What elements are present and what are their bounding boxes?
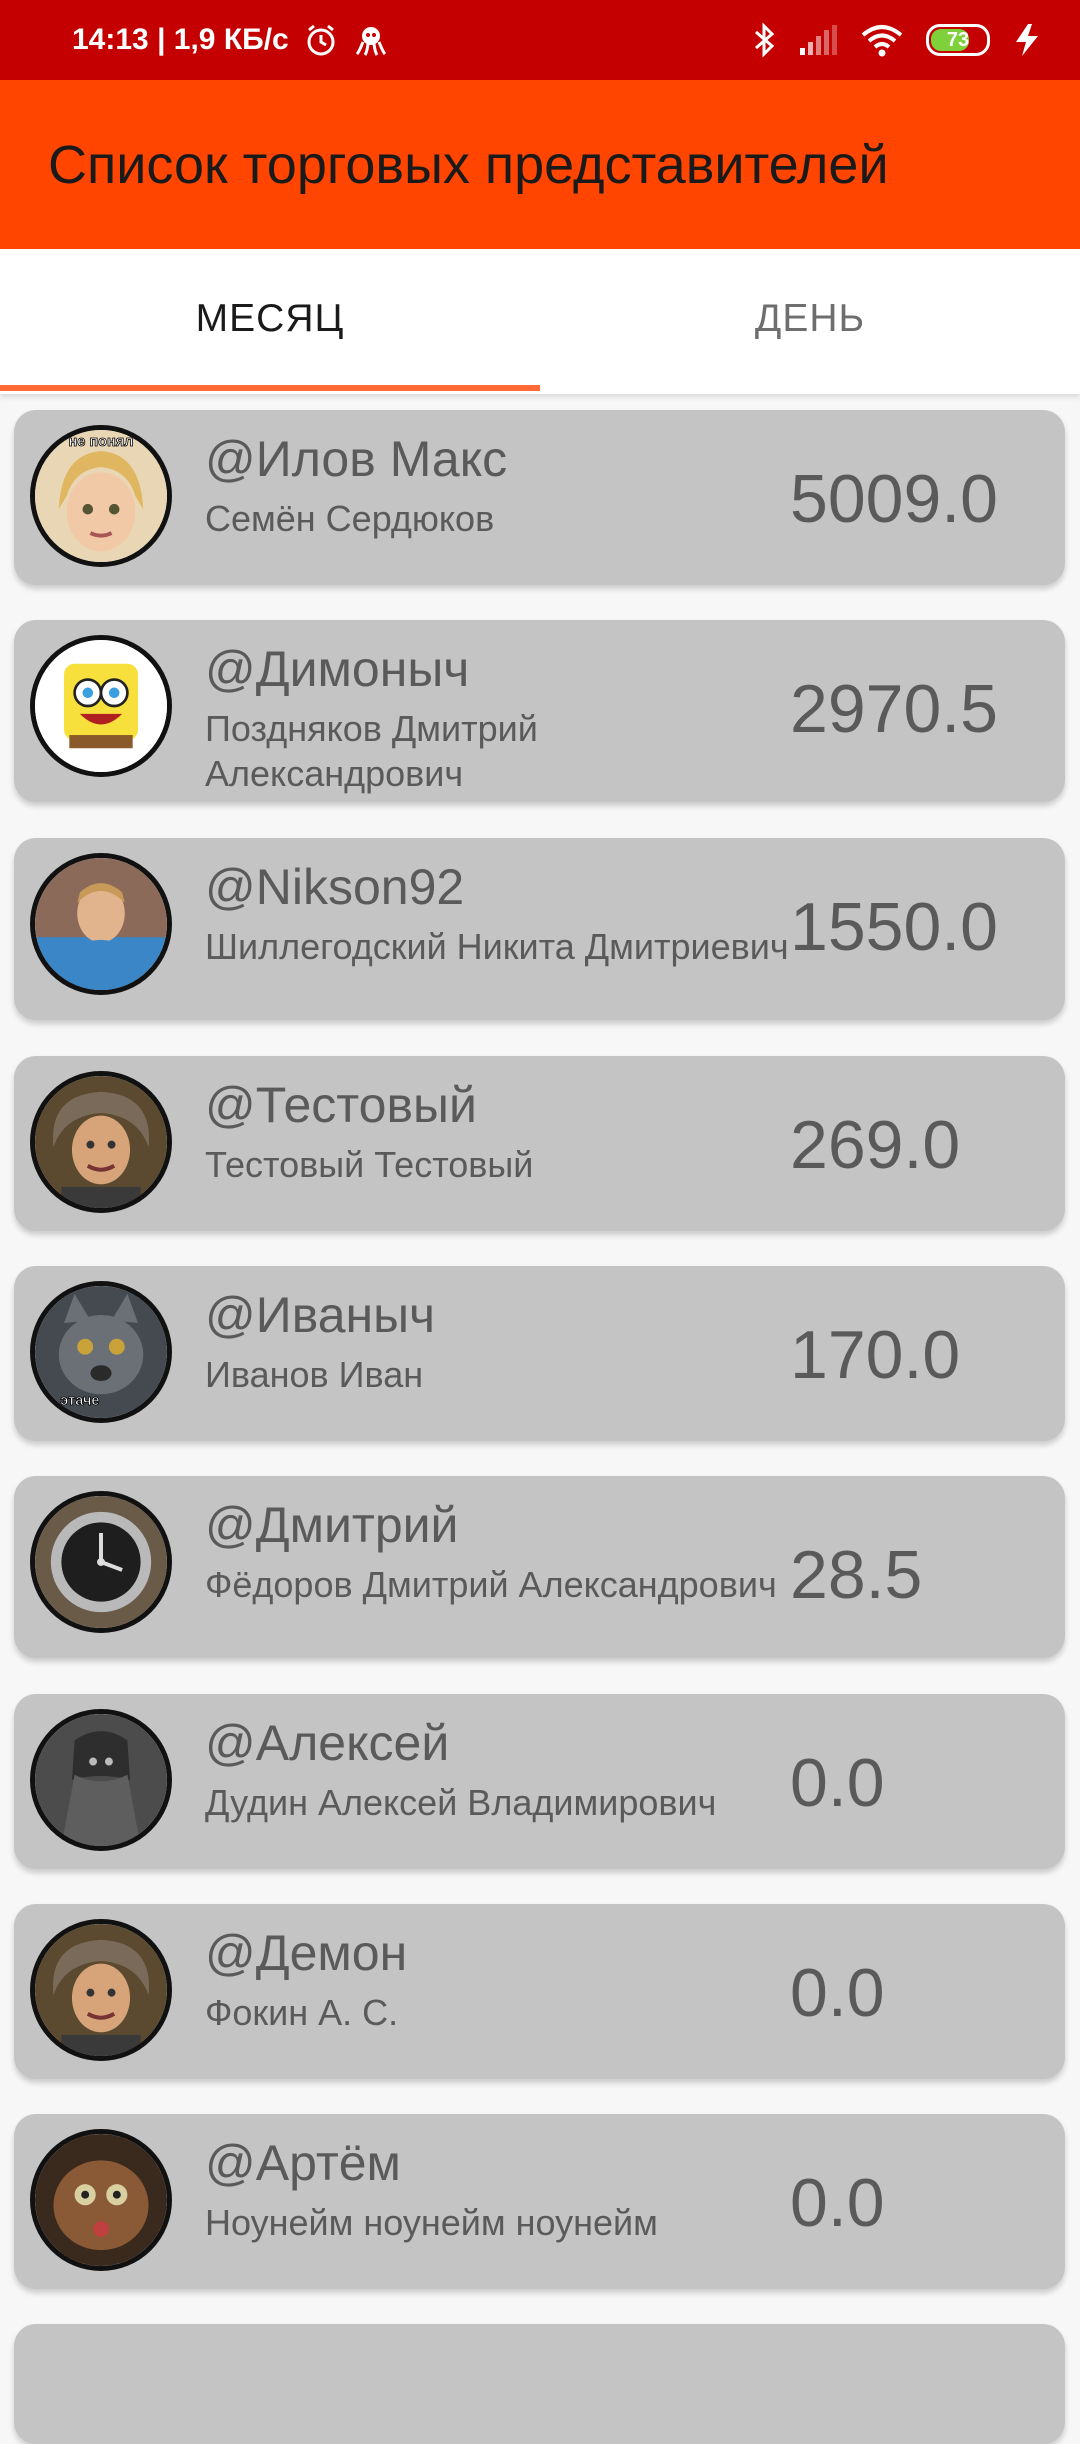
rep-nickname: @Алексей (205, 1715, 450, 1771)
rep-card[interactable]: @Дмитрий Фёдоров Дмитрий Александрович 28.… (14, 1476, 1065, 1658)
rep-card[interactable]: @Тестовый Тестовый Тестовый 269.0 (14, 1056, 1065, 1231)
signal-icon (798, 24, 838, 56)
rep-nickname: @Илов Макс (205, 431, 508, 487)
battery-icon: 73 (926, 24, 990, 56)
avatar-image (35, 1076, 167, 1208)
avatar-image (35, 2134, 167, 2266)
rep-card[interactable]: @Демон Фокин А. С. 0.0 (14, 1904, 1065, 2079)
page-title: Список торговых представителей (48, 134, 889, 195)
rep-nickname: @Димоныч (205, 641, 470, 697)
status-right: 73 (730, 0, 1042, 80)
charging-icon (1012, 22, 1042, 58)
girl-avatar-icon: не понял (30, 425, 172, 567)
rep-card[interactable]: не понял @Илов Макс Семён Сердюков 5009.0 (14, 410, 1065, 585)
knight-avatar-icon (30, 1709, 172, 1851)
rep-nickname: @Иваныч (205, 1287, 436, 1343)
alarm-icon (303, 22, 339, 58)
rep-nickname: @Тестовый (205, 1077, 477, 1133)
avatar-image (35, 1924, 167, 2056)
rep-full-name: Фёдоров Дмитрий Александрович (205, 1564, 777, 1605)
rep-score: 5009.0 (790, 461, 998, 537)
watch-avatar-icon (30, 1491, 172, 1633)
rep-score: 170.0 (790, 1317, 961, 1393)
avatar-image (35, 858, 167, 990)
avatar-image (35, 1714, 167, 1846)
tab-day[interactable]: ДЕНЬ (540, 249, 1080, 389)
battery-level: 73 (946, 28, 970, 51)
rep-full-name: Ноунейм ноунейм ноунейм (205, 2202, 658, 2243)
rep-card[interactable]: @Димоныч Поздняков Дмитрий Александрович 2… (14, 620, 1065, 802)
rep-full-name: Иванов Иван (205, 1354, 424, 1395)
status-bar: 14:13 | 1,9 КБ/с 73 (0, 0, 1080, 80)
rep-score: 0.0 (790, 1745, 885, 1821)
rep-score: 0.0 (790, 1955, 885, 2031)
rep-card[interactable]: @Nikson92 Шиллегодский Никита Дмитриевич 1… (14, 838, 1065, 1020)
rep-score: 28.5 (790, 1537, 923, 1613)
avatar-image (35, 640, 167, 772)
rep-full-name: Шиллегодский Никита Дмитриевич (205, 926, 789, 967)
rep-score: 2970.5 (790, 671, 998, 747)
rep-card[interactable]: @Артём Ноунейм ноунейм ноунейм 0.0 (14, 2114, 1065, 2289)
man-hair-avatar-icon (30, 1919, 172, 2061)
rep-score: 1550.0 (790, 889, 998, 965)
app-bar: Список торговых представителей (0, 80, 1080, 249)
rep-score: 0.0 (790, 2165, 885, 2241)
sponge-avatar-icon (30, 635, 172, 777)
svg-text:этаче: этаче (60, 1393, 99, 1409)
wifi-icon (860, 23, 904, 57)
rep-nickname: @Дмитрий (205, 1497, 459, 1553)
tab-bar: МЕСЯЦ ДЕНЬ (0, 249, 1080, 394)
bluetooth-icon (752, 22, 776, 58)
man-hair-avatar-icon (30, 1071, 172, 1213)
avatar-image: не понял (35, 430, 167, 562)
rep-full-name: Семён Сердюков (205, 498, 495, 539)
furry-avatar-icon (30, 2129, 172, 2271)
cat-avatar-icon: этаче (30, 1281, 172, 1423)
avatar-image (35, 1496, 167, 1628)
rep-full-name: Дудин Алексей Владимирович (205, 1782, 717, 1823)
rep-nickname: @Артём (205, 2135, 401, 2191)
rep-nickname: @Демон (205, 1925, 408, 1981)
svg-text:не понял: не понял (69, 434, 134, 450)
tab-indicator (0, 385, 540, 391)
rep-full-name: Фокин А. С. (205, 1992, 399, 2033)
octopus-icon (353, 22, 389, 58)
status-time-speed: 14:13 | 1,9 КБ/с (72, 23, 289, 56)
man-avatar-icon (30, 853, 172, 995)
tab-month[interactable]: МЕСЯЦ (0, 249, 540, 389)
rep-full-name: Поздняков Дмитрий Александрович (205, 708, 538, 794)
avatar-image: этаче (35, 1286, 167, 1418)
rep-card-partial[interactable] (14, 2324, 1065, 2444)
status-left: 14:13 | 1,9 КБ/с (72, 0, 389, 80)
rep-card[interactable]: этаче @Иваныч Иванов Иван 170.0 (14, 1266, 1065, 1441)
rep-nickname: @Nikson92 (205, 859, 465, 915)
rep-card[interactable]: @Алексей Дудин Алексей Владимирович 0.0 (14, 1694, 1065, 1869)
rep-score: 269.0 (790, 1107, 961, 1183)
rep-full-name: Тестовый Тестовый (205, 1144, 534, 1185)
